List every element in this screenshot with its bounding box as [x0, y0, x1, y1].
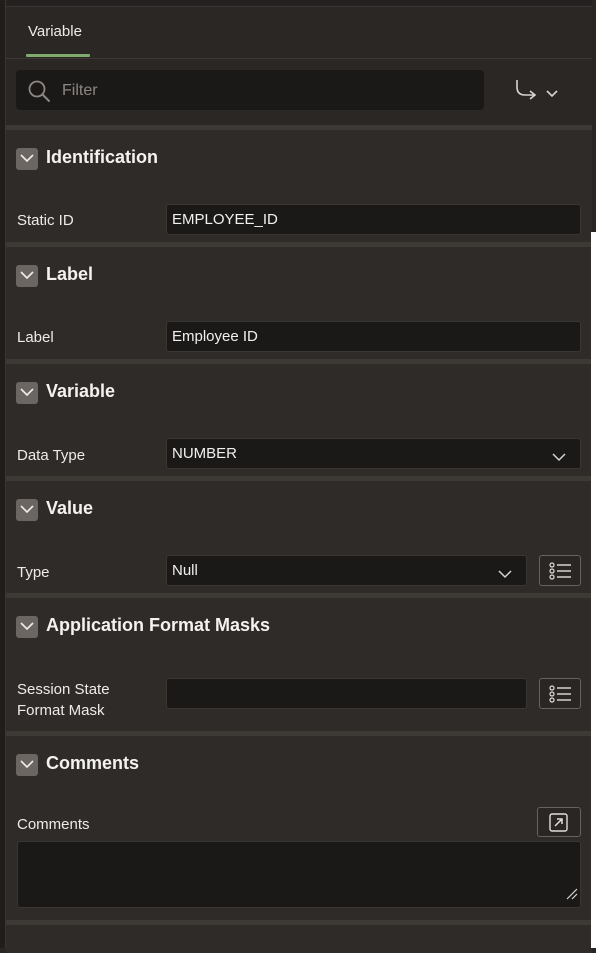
section-comments: Comments Comments: [6, 731, 592, 925]
static-id-label: Static ID: [17, 212, 74, 229]
collapse-toggle[interactable]: [16, 616, 38, 638]
chevron-down-icon: [20, 154, 34, 163]
list-icon: [549, 562, 571, 580]
goto-group-button[interactable]: [514, 75, 564, 105]
label-field-label: Label: [17, 329, 54, 346]
section-header-comments[interactable]: Comments: [6, 736, 592, 794]
collapse-toggle[interactable]: [16, 148, 38, 170]
format-mask-list-button[interactable]: [539, 678, 581, 709]
section-title: Value: [46, 498, 94, 518]
chevron-down-icon: [20, 388, 34, 397]
label-field[interactable]: Employee ID: [166, 321, 581, 352]
collapse-toggle[interactable]: [16, 499, 38, 521]
filter-box: [16, 70, 484, 110]
collapse-toggle[interactable]: [16, 265, 38, 287]
session-state-label: Session State Format Mask: [17, 679, 110, 721]
section-value: Value Type Null: [6, 476, 592, 599]
section-title: Variable: [46, 381, 116, 401]
type-select[interactable]: Null: [166, 555, 527, 586]
comments-label: Comments: [17, 816, 90, 833]
filter-toolbar: [6, 59, 592, 125]
chevron-down-icon: [20, 760, 34, 769]
section-variable: Variable Data Type NUMBER: [6, 359, 592, 482]
type-value: Null: [172, 562, 198, 579]
section-header-format-masks[interactable]: Application Format Masks: [6, 598, 592, 656]
section-title: Comments: [46, 753, 140, 773]
section-label: Label Label Employee ID: [6, 242, 592, 365]
static-id-field[interactable]: EMPLOYEE_ID: [166, 204, 581, 235]
data-type-select[interactable]: NUMBER: [166, 438, 581, 469]
search-icon: [27, 79, 51, 108]
data-type-value: NUMBER: [172, 445, 238, 462]
expand-icon: [549, 813, 568, 832]
resize-grip-icon[interactable]: [566, 887, 578, 905]
active-tab-indicator: [26, 54, 90, 57]
tab-bar: Variable: [6, 6, 592, 59]
chevron-down-icon: [498, 566, 512, 584]
session-state-label-line2: Format Mask: [17, 702, 105, 719]
next-section-stub: [6, 920, 592, 953]
list-of-values-button[interactable]: [539, 555, 581, 586]
session-state-label-line1: Session State: [17, 681, 110, 698]
chevron-down-icon: [552, 449, 566, 467]
list-icon: [549, 685, 571, 703]
chevron-down-icon: [545, 86, 559, 104]
section-title: Label: [46, 264, 94, 284]
type-label: Type: [17, 564, 50, 581]
chevron-down-icon: [20, 622, 34, 631]
collapse-toggle[interactable]: [16, 382, 38, 404]
section-title: Application Format Masks: [46, 615, 271, 635]
right-edge: [591, 232, 596, 948]
collapse-toggle[interactable]: [16, 754, 38, 776]
section-header-label[interactable]: Label: [6, 247, 592, 305]
section-identification: Identification Static ID EMPLOYEE_ID: [6, 125, 592, 242]
session-state-format-mask-field[interactable]: [166, 678, 527, 709]
comments-textarea[interactable]: [17, 841, 581, 908]
section-header-variable[interactable]: Variable: [6, 364, 592, 422]
tab-variable[interactable]: Variable: [28, 23, 82, 40]
chevron-down-icon: [20, 271, 34, 280]
section-title: Identification: [46, 147, 158, 167]
filter-input[interactable]: [60, 78, 464, 104]
section-header-identification[interactable]: Identification: [6, 130, 592, 188]
section-header-value[interactable]: Value: [6, 481, 592, 539]
section-format-masks: Application Format Masks Session State F…: [6, 593, 592, 737]
expand-editor-button[interactable]: [537, 807, 581, 837]
chevron-down-icon: [20, 505, 34, 514]
label-value: Employee ID: [172, 328, 258, 345]
property-editor-panel: Variable Filter Identification Static ID…: [5, 0, 592, 953]
data-type-label: Data Type: [17, 447, 86, 464]
static-id-value: EMPLOYEE_ID: [172, 211, 278, 228]
